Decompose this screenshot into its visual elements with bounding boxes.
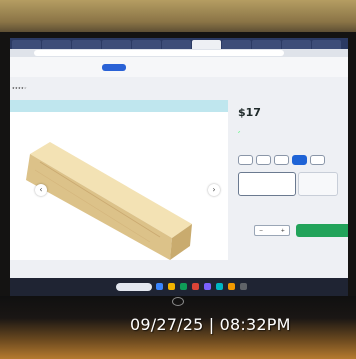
product-gallery: ‹ ›: [10, 100, 228, 260]
length-options: [238, 155, 325, 165]
quantity-stepper[interactable]: − +: [254, 225, 290, 236]
taskbar-search[interactable]: [116, 283, 152, 291]
browser-tab[interactable]: [102, 40, 131, 49]
taskbar-app-icon[interactable]: [240, 283, 247, 290]
taskbar-app-icon[interactable]: [216, 283, 223, 290]
pickup-option[interactable]: [238, 172, 296, 196]
taskbar-app-icon[interactable]: [204, 283, 211, 290]
browser-tab-active[interactable]: [192, 40, 221, 49]
taskbar-app-icon[interactable]: [192, 283, 199, 290]
url-input[interactable]: [34, 50, 284, 56]
browser-tab[interactable]: [12, 40, 41, 49]
delivery-option[interactable]: [298, 172, 338, 196]
next-image-button[interactable]: ›: [208, 184, 220, 196]
photo-timestamp: 09/27/25 | 08:32PM: [130, 315, 291, 334]
length-option[interactable]: [238, 155, 253, 165]
taskbar-app-icon[interactable]: [180, 283, 187, 290]
length-option[interactable]: [274, 155, 289, 165]
stock-status: ✔: [238, 130, 241, 134]
price: $17: [238, 106, 261, 119]
browser-tab[interactable]: [282, 40, 311, 49]
hp-logo-icon: [172, 297, 184, 306]
rating-stars-icon: ★★★★☆: [12, 86, 27, 90]
browser-screen: ★★★★☆ ‹ › $17 ✔ − +: [10, 38, 348, 296]
gallery-header: [10, 100, 228, 112]
add-to-cart-button[interactable]: [296, 224, 348, 237]
rating-row[interactable]: ★★★★☆: [12, 86, 27, 90]
browser-tab[interactable]: [72, 40, 101, 49]
browser-tab[interactable]: [132, 40, 161, 49]
prev-image-button[interactable]: ‹: [35, 184, 47, 196]
taskbar-app-icon[interactable]: [156, 283, 163, 290]
store-button[interactable]: [102, 64, 126, 71]
browser-tab-strip: [10, 38, 348, 49]
browser-tab[interactable]: [162, 40, 191, 49]
store-bar: [10, 57, 348, 77]
address-bar: [10, 49, 348, 57]
length-option-selected[interactable]: [292, 155, 307, 165]
check-icon: ✔: [238, 130, 241, 134]
plus-icon[interactable]: +: [281, 228, 285, 234]
taskbar-icons: [156, 283, 247, 290]
length-option[interactable]: [310, 155, 325, 165]
taskbar-app-icon[interactable]: [228, 283, 235, 290]
browser-tab[interactable]: [312, 40, 341, 49]
product-panel: $17 ✔ − +: [236, 100, 348, 290]
browser-tab[interactable]: [252, 40, 281, 49]
taskbar-app-icon[interactable]: [168, 283, 175, 290]
length-option[interactable]: [256, 155, 271, 165]
price-main: $17: [238, 106, 261, 119]
taskbar: [10, 278, 348, 296]
minus-icon[interactable]: −: [259, 228, 263, 234]
browser-tab[interactable]: [222, 40, 251, 49]
browser-tab[interactable]: [42, 40, 71, 49]
